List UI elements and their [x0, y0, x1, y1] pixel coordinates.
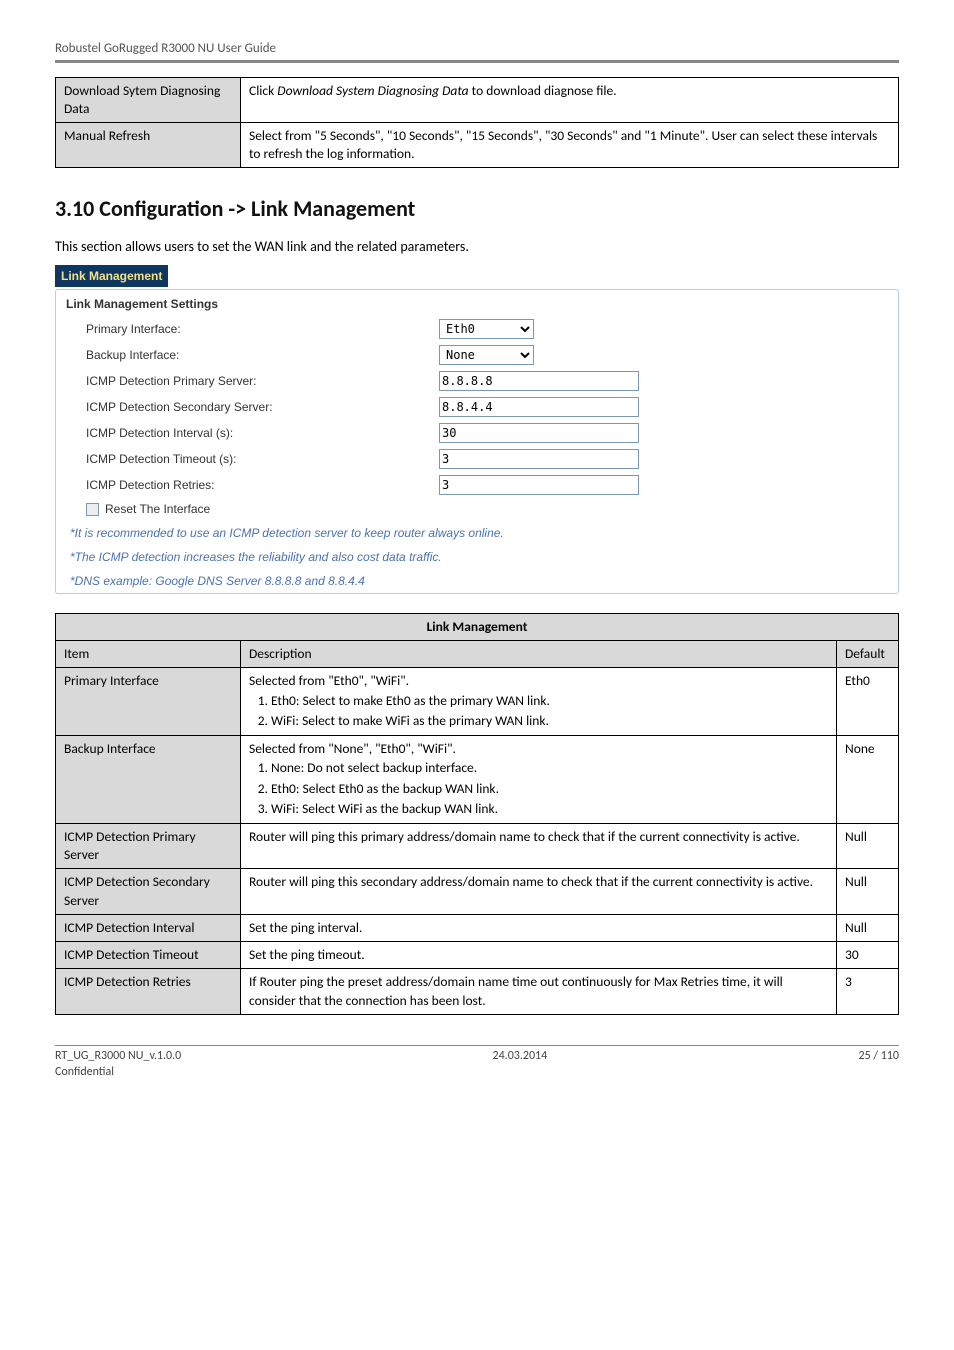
- cell-default: 30: [837, 942, 899, 969]
- cell-item: Manual Refresh: [56, 122, 241, 167]
- field-reset-interface: Reset The Interface: [56, 498, 898, 520]
- cell-desc: Selected from "Eth0", "WiFi". Eth0: Sele…: [241, 668, 837, 736]
- icmp-retries-input[interactable]: [439, 475, 639, 495]
- table-row: ICMP Detection Secondary Server Router w…: [56, 869, 899, 914]
- cell-item: Download Sytem Diagnosing Data: [56, 77, 241, 122]
- icmp-primary-input[interactable]: [439, 371, 639, 391]
- table-row: ICMP Detection Retries If Router ping th…: [56, 969, 899, 1014]
- cell-desc: Click Download System Diagnosing Data to…: [241, 77, 899, 122]
- list-item: None: Do not select backup interface.: [271, 758, 828, 778]
- cell-item: ICMP Detection Primary Server: [56, 823, 241, 868]
- settings-box: Link Management Settings Primary Interfa…: [55, 289, 899, 594]
- field-icmp-interval: ICMP Detection Interval (s):: [56, 420, 898, 446]
- table-row: ICMP Detection Timeout Set the ping time…: [56, 942, 899, 969]
- primary-interface-select[interactable]: Eth0: [439, 319, 534, 339]
- cell-item: ICMP Detection Interval: [56, 914, 241, 941]
- field-icmp-timeout: ICMP Detection Timeout (s):: [56, 446, 898, 472]
- text-italic: Download System Diagnosing Data: [277, 82, 468, 99]
- field-label: ICMP Detection Retries:: [86, 477, 431, 493]
- table-caption: Link Management: [56, 614, 899, 641]
- backup-interface-select[interactable]: None: [439, 345, 534, 365]
- table-header-row: Item Description Default: [56, 641, 899, 668]
- field-label: Primary Interface:: [86, 321, 431, 337]
- page-header: Robustel GoRugged R3000 NU User Guide: [55, 40, 899, 58]
- cell-item: ICMP Detection Secondary Server: [56, 869, 241, 914]
- section-intro: This section allows users to set the WAN…: [55, 238, 899, 257]
- cell-default: 3: [837, 969, 899, 1014]
- col-header-default: Default: [837, 641, 899, 668]
- field-label: Reset The Interface: [105, 501, 210, 517]
- text: Click: [249, 82, 277, 99]
- desc-intro: Selected from "None", "Eth0", "WiFi".: [249, 740, 828, 758]
- list-item: WiFi: Select WiFi as the backup WAN link…: [271, 799, 828, 819]
- table-row: Manual Refresh Select from "5 Seconds", …: [56, 122, 899, 167]
- field-label: ICMP Detection Secondary Server:: [86, 399, 431, 415]
- field-icmp-retries: ICMP Detection Retries:: [56, 472, 898, 498]
- desc-list: None: Do not select backup interface. Et…: [249, 758, 828, 819]
- field-label: ICMP Detection Timeout (s):: [86, 451, 431, 467]
- col-header-item: Item: [56, 641, 241, 668]
- table-row: Primary Interface Selected from "Eth0", …: [56, 668, 899, 736]
- cell-item: Primary Interface: [56, 668, 241, 736]
- cell-desc: Set the ping interval.: [241, 914, 837, 941]
- reset-interface-checkbox[interactable]: [86, 503, 99, 516]
- footer-center: 24.03.2014: [493, 1048, 548, 1064]
- cell-default: None: [837, 736, 899, 824]
- icmp-timeout-input[interactable]: [439, 449, 639, 469]
- desc-list: Eth0: Select to make Eth0 as the primary…: [249, 691, 828, 731]
- note-text: *DNS example: Google DNS Server 8.8.8.8 …: [56, 569, 898, 593]
- cell-item: ICMP Detection Timeout: [56, 942, 241, 969]
- text: to download diagnose file.: [469, 82, 617, 99]
- cell-default: Null: [837, 869, 899, 914]
- field-label: ICMP Detection Primary Server:: [86, 373, 431, 389]
- note-text: *The ICMP detection increases the reliab…: [56, 545, 898, 569]
- field-backup-interface: Backup Interface: None: [56, 342, 898, 368]
- footer-confidential: Confidential: [55, 1064, 899, 1080]
- cell-item: ICMP Detection Retries: [56, 969, 241, 1014]
- header-rule: [55, 60, 899, 63]
- cell-desc: Selected from "None", "Eth0", "WiFi". No…: [241, 736, 837, 824]
- icmp-interval-input[interactable]: [439, 423, 639, 443]
- cell-desc: Router will ping this secondary address/…: [241, 869, 837, 914]
- cell-desc: If Router ping the preset address/domain…: [241, 969, 837, 1014]
- cell-default: Eth0: [837, 668, 899, 736]
- list-item: WiFi: Select to make WiFi as the primary…: [271, 711, 828, 731]
- page-footer: RT_UG_R3000 NU_v.1.0.0 24.03.2014 25 / 1…: [55, 1046, 899, 1064]
- list-item: Eth0: Select to make Eth0 as the primary…: [271, 691, 828, 711]
- section-heading: 3.10 Configuration -> Link Management: [55, 194, 899, 224]
- field-icmp-secondary: ICMP Detection Secondary Server:: [56, 394, 898, 420]
- cell-item: Backup Interface: [56, 736, 241, 824]
- cell-default: Null: [837, 823, 899, 868]
- field-label: ICMP Detection Interval (s):: [86, 425, 431, 441]
- table-row: Download Sytem Diagnosing Data Click Dow…: [56, 77, 899, 122]
- table-row: Backup Interface Selected from "None", "…: [56, 736, 899, 824]
- note-text: *It is recommended to use an ICMP detect…: [56, 521, 898, 545]
- cell-default: Null: [837, 914, 899, 941]
- field-label: Backup Interface:: [86, 347, 431, 363]
- box-title: Link Management Settings: [56, 290, 898, 316]
- cell-desc: Select from "5 Seconds", "10 Seconds", "…: [241, 122, 899, 167]
- footer-right: 25 / 110: [859, 1048, 899, 1064]
- col-header-desc: Description: [241, 641, 837, 668]
- table-row: ICMP Detection Interval Set the ping int…: [56, 914, 899, 941]
- field-primary-interface: Primary Interface: Eth0: [56, 316, 898, 342]
- field-icmp-primary: ICMP Detection Primary Server:: [56, 368, 898, 394]
- list-item: Eth0: Select Eth0 as the backup WAN link…: [271, 779, 828, 799]
- table-row: ICMP Detection Primary Server Router wil…: [56, 823, 899, 868]
- cell-desc: Router will ping this primary address/do…: [241, 823, 837, 868]
- footer-left: RT_UG_R3000 NU_v.1.0.0: [55, 1048, 181, 1064]
- cell-desc: Set the ping timeout.: [241, 942, 837, 969]
- table-download-refresh: Download Sytem Diagnosing Data Click Dow…: [55, 77, 899, 169]
- panel-title: Link Management: [55, 265, 168, 287]
- table-link-management: Link Management Item Description Default…: [55, 613, 899, 1015]
- desc-intro: Selected from "Eth0", "WiFi".: [249, 672, 828, 690]
- screenshot-panel: Link Management Link Management Settings…: [55, 265, 899, 594]
- icmp-secondary-input[interactable]: [439, 397, 639, 417]
- table-caption-row: Link Management: [56, 614, 899, 641]
